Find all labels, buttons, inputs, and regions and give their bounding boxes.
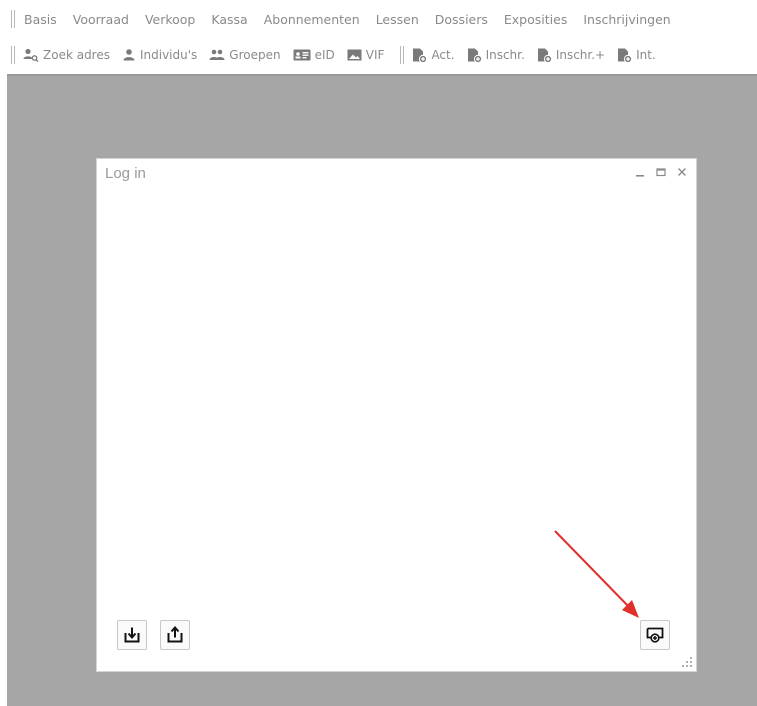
toolbar-separator bbox=[11, 46, 15, 64]
menu-item-lessen[interactable]: Lessen bbox=[376, 12, 419, 27]
minimize-button[interactable] bbox=[634, 165, 646, 179]
toolbar-separator bbox=[400, 46, 405, 64]
window-controls bbox=[634, 165, 688, 179]
toolbar-label: Individu's bbox=[139, 48, 198, 62]
toolbar-label: VIF bbox=[365, 48, 385, 62]
toolbar-individus[interactable]: Individu's bbox=[122, 48, 197, 62]
group-icon bbox=[209, 49, 225, 60]
upload-button[interactable] bbox=[160, 620, 190, 650]
toolbar-label: Zoek adres bbox=[43, 48, 110, 62]
close-icon bbox=[678, 168, 686, 176]
add-window-button[interactable] bbox=[640, 620, 670, 650]
person-icon bbox=[123, 49, 135, 61]
download-icon bbox=[124, 627, 140, 643]
quick-toolbar: Zoek adres Individu's Groepen eID VIF Ac… bbox=[0, 38, 757, 72]
image-icon bbox=[347, 49, 362, 61]
menu-item-basis[interactable]: Basis bbox=[24, 12, 57, 27]
id-card-icon bbox=[293, 49, 311, 61]
toolbar-inschr-plus[interactable]: Inschr.+ bbox=[537, 48, 605, 63]
maximize-button[interactable] bbox=[655, 165, 667, 179]
minimize-icon bbox=[636, 175, 644, 177]
main-menu-bar: Basis Voorraad Verkoop Kassa Abonnemente… bbox=[0, 0, 757, 38]
toolbar-groepen[interactable]: Groepen bbox=[209, 48, 281, 62]
add-window-icon bbox=[646, 627, 664, 643]
toolbar-label: Act. bbox=[431, 48, 455, 62]
app-window: Basis Voorraad Verkoop Kassa Abonnemente… bbox=[0, 0, 757, 706]
resize-grip-icon[interactable] bbox=[681, 656, 693, 668]
document-add-icon bbox=[413, 48, 428, 63]
menu-separator bbox=[11, 10, 15, 28]
document-add-icon bbox=[618, 48, 633, 63]
menu-item-abonnementen[interactable]: Abonnementen bbox=[264, 12, 360, 27]
upload-icon bbox=[167, 626, 183, 643]
document-add-icon bbox=[537, 48, 552, 63]
menu-item-exposities[interactable]: Exposities bbox=[504, 12, 567, 27]
document-add-icon bbox=[467, 48, 482, 63]
menu-item-voorraad[interactable]: Voorraad bbox=[73, 12, 129, 27]
menu-item-inschrijvingen[interactable]: Inschrijvingen bbox=[583, 12, 670, 27]
toolbar-vif[interactable]: VIF bbox=[347, 48, 385, 62]
person-search-icon bbox=[23, 48, 39, 62]
close-button[interactable] bbox=[676, 165, 688, 179]
dialog-title: Log in bbox=[105, 165, 146, 182]
toolbar-label: Inschr. bbox=[485, 48, 525, 62]
toolbar-label: eID bbox=[314, 48, 335, 62]
toolbar-int[interactable]: Int. bbox=[617, 48, 656, 63]
toolbar-act[interactable]: Act. bbox=[412, 48, 455, 63]
toolbar-eid[interactable]: eID bbox=[293, 48, 335, 62]
menu-item-dossiers[interactable]: Dossiers bbox=[435, 12, 488, 27]
toolbar-zoek-adres[interactable]: Zoek adres bbox=[23, 48, 110, 62]
menu-item-verkoop[interactable]: Verkoop bbox=[145, 12, 195, 27]
download-button[interactable] bbox=[117, 620, 147, 650]
menu-item-kassa[interactable]: Kassa bbox=[211, 12, 247, 27]
toolbar-label: Inschr.+ bbox=[555, 48, 606, 62]
maximize-icon bbox=[656, 168, 666, 177]
toolbar-label: Int. bbox=[636, 48, 656, 62]
toolbar-label: Groepen bbox=[229, 48, 281, 62]
toolbar-inschr[interactable]: Inschr. bbox=[467, 48, 525, 63]
login-dialog: Log in bbox=[96, 158, 697, 672]
